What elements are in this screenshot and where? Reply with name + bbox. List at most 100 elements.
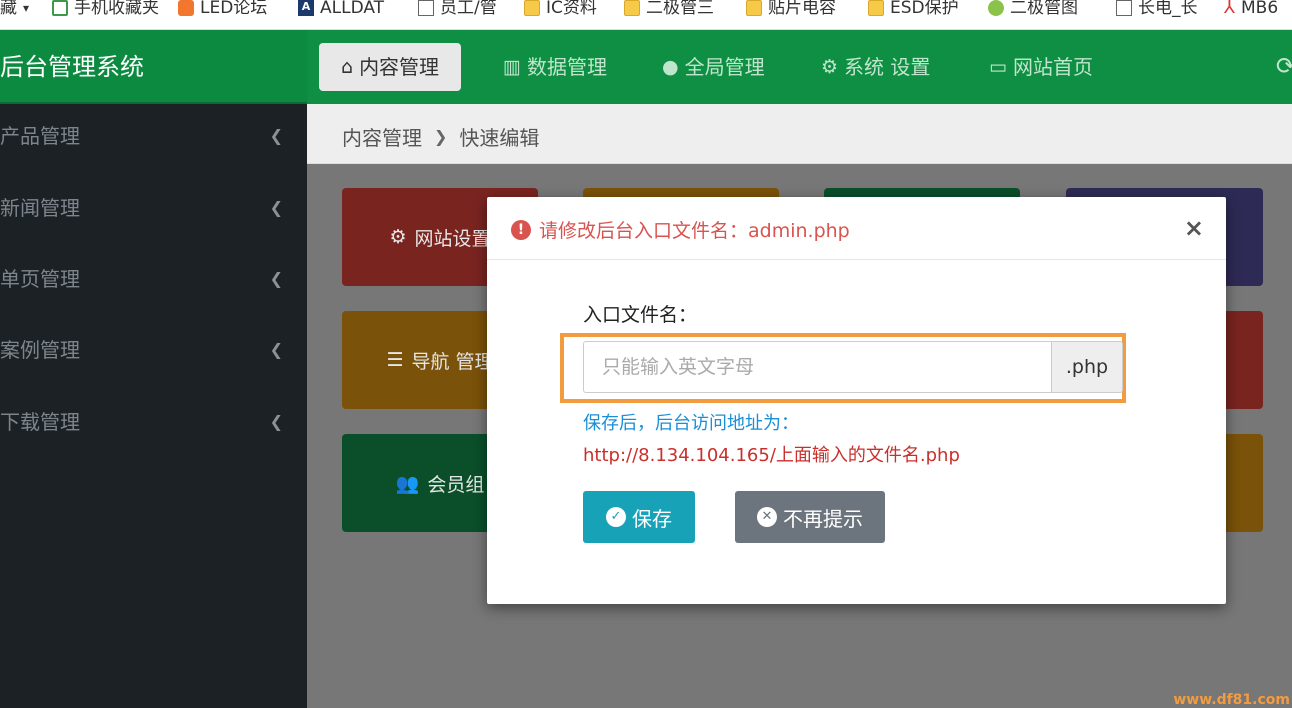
tab-label: 数据管理 — [526, 55, 607, 79]
close-icon[interactable]: × — [1184, 214, 1204, 242]
bar-chart-icon: ▥ — [503, 56, 521, 78]
bookmark-label: IC资料 — [546, 0, 597, 18]
field-label: 入口文件名： — [583, 304, 698, 326]
folder-icon — [624, 0, 640, 16]
admin-url-hint: http://8.134.104.165/上面输入的文件名.php — [583, 445, 960, 466]
dont-remind-button[interactable]: ✕ 不再提示 — [735, 491, 885, 543]
monitor-icon: ▭ — [989, 56, 1007, 78]
bookmark-item[interactable]: 员工/管 — [418, 0, 497, 29]
folder-icon — [746, 0, 762, 16]
filename-input[interactable] — [583, 341, 1051, 393]
tab-content-management[interactable]: ⌂ 内容管理 — [319, 43, 462, 91]
chevron-right-icon: ❯ — [434, 127, 448, 146]
save-button[interactable]: ✓ 保存 — [583, 491, 695, 543]
leaf-icon — [988, 0, 1004, 16]
bookmark-item[interactable]: 贴片电容 — [746, 0, 836, 29]
bookmark-label: ALLDAT — [320, 0, 385, 18]
bookmark-label: 二极管图 — [1010, 0, 1078, 18]
home-icon: ⌂ — [341, 56, 354, 78]
gears-icon: ⚙ — [821, 56, 839, 78]
sidebar-item-products[interactable]: 产品管理 ❮ — [0, 111, 307, 161]
tab-label: 系统 设置 — [844, 55, 931, 79]
bookmark-label: 二极管三 — [646, 0, 714, 18]
bookmark-label: LED论坛 — [200, 0, 268, 18]
tab-global-management[interactable]: ● 全局管理 — [652, 43, 775, 91]
chevron-down-icon: ▾ — [23, 1, 30, 15]
page-icon — [418, 0, 434, 16]
folder-icon — [524, 0, 540, 16]
page-icon — [1116, 0, 1132, 16]
sidebar-item-single-page[interactable]: 单页管理 ❮ — [0, 254, 307, 304]
filename-input-group: .php — [583, 341, 1123, 393]
modal-title-text: 请修改后台入口文件名：admin.php — [539, 220, 850, 242]
sidebar: 产品管理 ❮ 新闻管理 ❮ 单页管理 ❮ 案例管理 ❮ 下载管理 ❮ — [0, 104, 307, 708]
bookmark-item[interactable]: 二极管图 — [988, 0, 1078, 29]
breadcrumb-root[interactable]: 内容管理 — [342, 122, 422, 151]
bookmark-label: 手机收藏夹 — [74, 0, 159, 18]
bookmark-label: 员工/管 — [440, 0, 497, 18]
sidebar-item-label: 新闻管理 — [0, 196, 80, 220]
check-circle-icon: ✓ — [606, 507, 626, 527]
breadcrumb-bar: 内容管理 ❯ 快速编辑 — [307, 104, 1292, 164]
tab-system-settings[interactable]: ⚙ 系统 设置 — [811, 43, 940, 91]
bookmark-item[interactable]: ESD保护 — [868, 0, 959, 29]
bookmark-item[interactable]: 藏 ▾ — [0, 0, 30, 29]
acrobat-icon: ⅄ — [1224, 0, 1235, 18]
modal-title: ! 请修改后台入口文件名：admin.php — [511, 216, 850, 243]
bookmark-item[interactable]: 长电_长 — [1116, 0, 1198, 29]
bookmark-label: ESD保护 — [890, 0, 959, 18]
tile-label: 会员组 — [427, 473, 485, 496]
gear-icon: ⚙ — [389, 226, 407, 248]
bookmark-item[interactable]: A ALLDAT — [298, 0, 385, 29]
tile-label: 网站设置 — [414, 227, 491, 250]
watermark: www.df81.com — [1173, 692, 1290, 708]
tab-data-management[interactable]: ▥ 数据管理 — [493, 43, 617, 91]
phone-icon — [52, 0, 68, 16]
plug-icon — [178, 0, 194, 16]
tab-site-home[interactable]: ▭ 网站首页 — [979, 43, 1103, 91]
refresh-icon[interactable]: ⟳ — [1276, 52, 1292, 80]
bookmark-item[interactable]: IC资料 — [524, 0, 597, 29]
sidebar-item-label: 单页管理 — [0, 267, 80, 291]
pdf-a-icon: A — [298, 0, 314, 16]
tab-label: 全局管理 — [684, 55, 765, 79]
rename-entry-modal: ! 请修改后台入口文件名：admin.php × 入口文件名： .php 保存后… — [487, 197, 1226, 604]
modal-header: ! 请修改后台入口文件名：admin.php × — [487, 197, 1226, 260]
sidebar-item-label: 下载管理 — [0, 410, 80, 434]
x-circle-icon: ✕ — [757, 507, 777, 527]
bookmark-item[interactable]: 二极管三 — [624, 0, 714, 29]
php-suffix: .php — [1051, 341, 1123, 393]
sidebar-item-cases[interactable]: 案例管理 ❮ — [0, 325, 307, 375]
app-title: 后台管理系统 — [0, 30, 307, 104]
bookmark-label: 贴片电容 — [768, 0, 836, 18]
sidebar-item-label: 产品管理 — [0, 124, 80, 148]
bookmarks-bar: 藏 ▾ 手机收藏夹 LED论坛 A ALLDAT 员工/管 IC资料 二极管三 … — [0, 0, 1292, 30]
note-after-save: 保存后，后台访问地址为： — [583, 413, 799, 434]
chevron-left-icon: ❮ — [269, 412, 283, 431]
chevron-left-icon: ❮ — [269, 126, 283, 145]
bookmark-label: 藏 — [0, 0, 17, 18]
dont-remind-button-label: 不再提示 — [783, 506, 863, 531]
info-icon: ! — [511, 219, 531, 240]
breadcrumb: 内容管理 ❯ 快速编辑 — [342, 122, 539, 151]
bookmark-label: 长电_长 — [1138, 0, 1198, 18]
bookmark-item[interactable]: LED论坛 — [178, 0, 268, 29]
chevron-left-icon: ❮ — [269, 198, 283, 217]
list-icon: ☰ — [386, 349, 404, 371]
folder-icon — [868, 0, 884, 16]
tab-label: 网站首页 — [1012, 55, 1093, 79]
chevron-left-icon: ❮ — [269, 340, 283, 359]
bookmark-item[interactable]: 手机收藏夹 — [52, 0, 159, 29]
tab-label: 内容管理 — [359, 55, 440, 79]
save-button-label: 保存 — [632, 506, 672, 531]
tile-label: 导航 管理 — [411, 350, 494, 373]
chevron-left-icon: ❮ — [269, 269, 283, 288]
globe-icon: ● — [662, 56, 679, 78]
bookmark-label: MB6 — [1241, 0, 1279, 18]
sidebar-item-label: 案例管理 — [0, 338, 80, 362]
breadcrumb-current: 快速编辑 — [459, 126, 540, 150]
sidebar-item-downloads[interactable]: 下载管理 ❮ — [0, 397, 307, 447]
users-icon: 👥 — [395, 472, 420, 495]
sidebar-item-news[interactable]: 新闻管理 ❮ — [0, 183, 307, 233]
bookmark-item[interactable]: ⅄ MB6 — [1224, 0, 1279, 29]
